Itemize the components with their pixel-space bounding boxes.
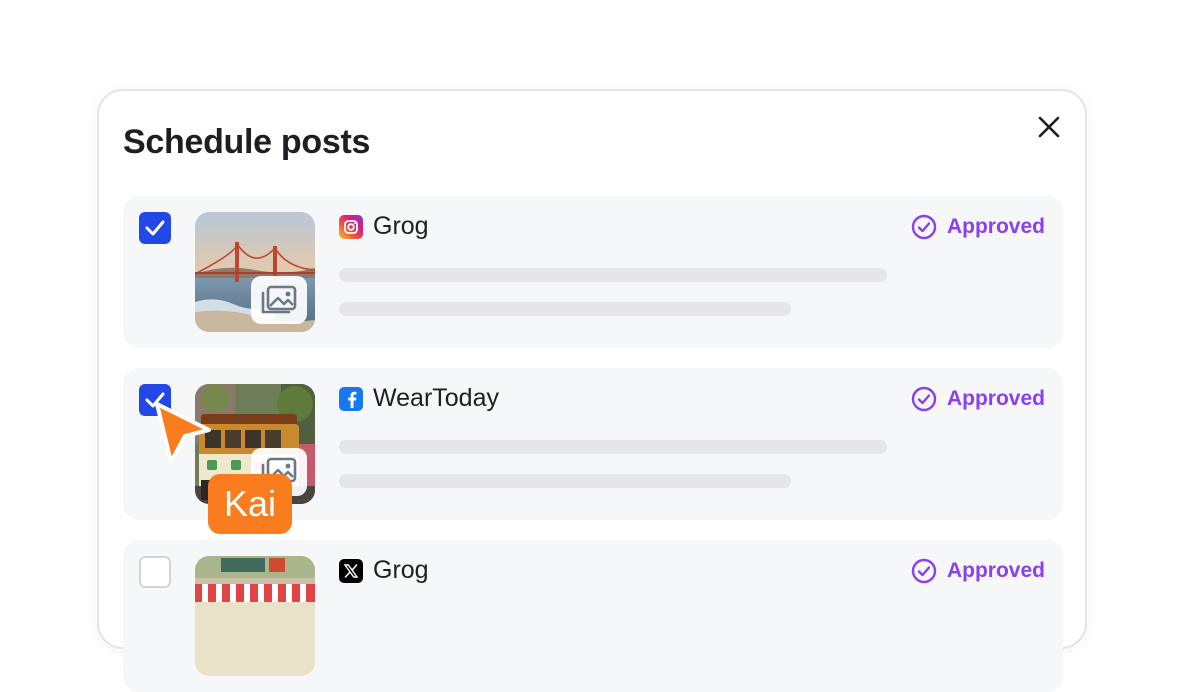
schedule-posts-modal: Schedule posts Grog Approved WearToday A… <box>97 89 1087 692</box>
status-badge: Approved <box>911 214 1045 240</box>
caption-placeholder <box>339 474 791 488</box>
modal-title: Schedule posts <box>123 123 371 161</box>
status-label: Approved <box>946 559 1045 582</box>
account-info: Grog <box>339 556 429 585</box>
account-name: Grog <box>373 212 429 240</box>
cursor-pointer-icon <box>155 402 211 464</box>
status-badge: Approved <box>911 558 1045 584</box>
facebook-icon <box>339 386 363 411</box>
account-info: Grog <box>339 212 429 241</box>
post-thumbnail <box>195 212 315 332</box>
status-label: Approved <box>946 215 1045 238</box>
post-row[interactable]: Grog Approved <box>123 540 1063 692</box>
post-checkbox[interactable] <box>139 212 171 244</box>
status-label: Approved <box>946 387 1045 410</box>
image-gallery-icon <box>251 276 307 324</box>
collaborator-name-tag: Kai <box>208 474 293 534</box>
post-thumbnail <box>195 556 315 676</box>
checkmark-icon <box>145 220 165 236</box>
account-name: Grog <box>373 556 429 584</box>
x-icon <box>339 558 363 583</box>
caption-placeholder <box>339 302 791 316</box>
check-circle-icon <box>911 386 937 412</box>
account-info: WearToday <box>339 384 499 413</box>
check-circle-icon <box>911 214 937 240</box>
check-circle-icon <box>911 558 937 584</box>
status-badge: Approved <box>911 386 1045 412</box>
post-row[interactable]: Grog Approved <box>123 196 1063 348</box>
close-button[interactable] <box>1033 111 1065 143</box>
post-checkbox[interactable] <box>139 556 171 588</box>
account-name: WearToday <box>373 384 499 412</box>
instagram-icon <box>339 214 363 239</box>
caption-placeholder <box>339 440 887 454</box>
close-icon <box>1038 116 1060 138</box>
caption-placeholder <box>339 268 887 282</box>
